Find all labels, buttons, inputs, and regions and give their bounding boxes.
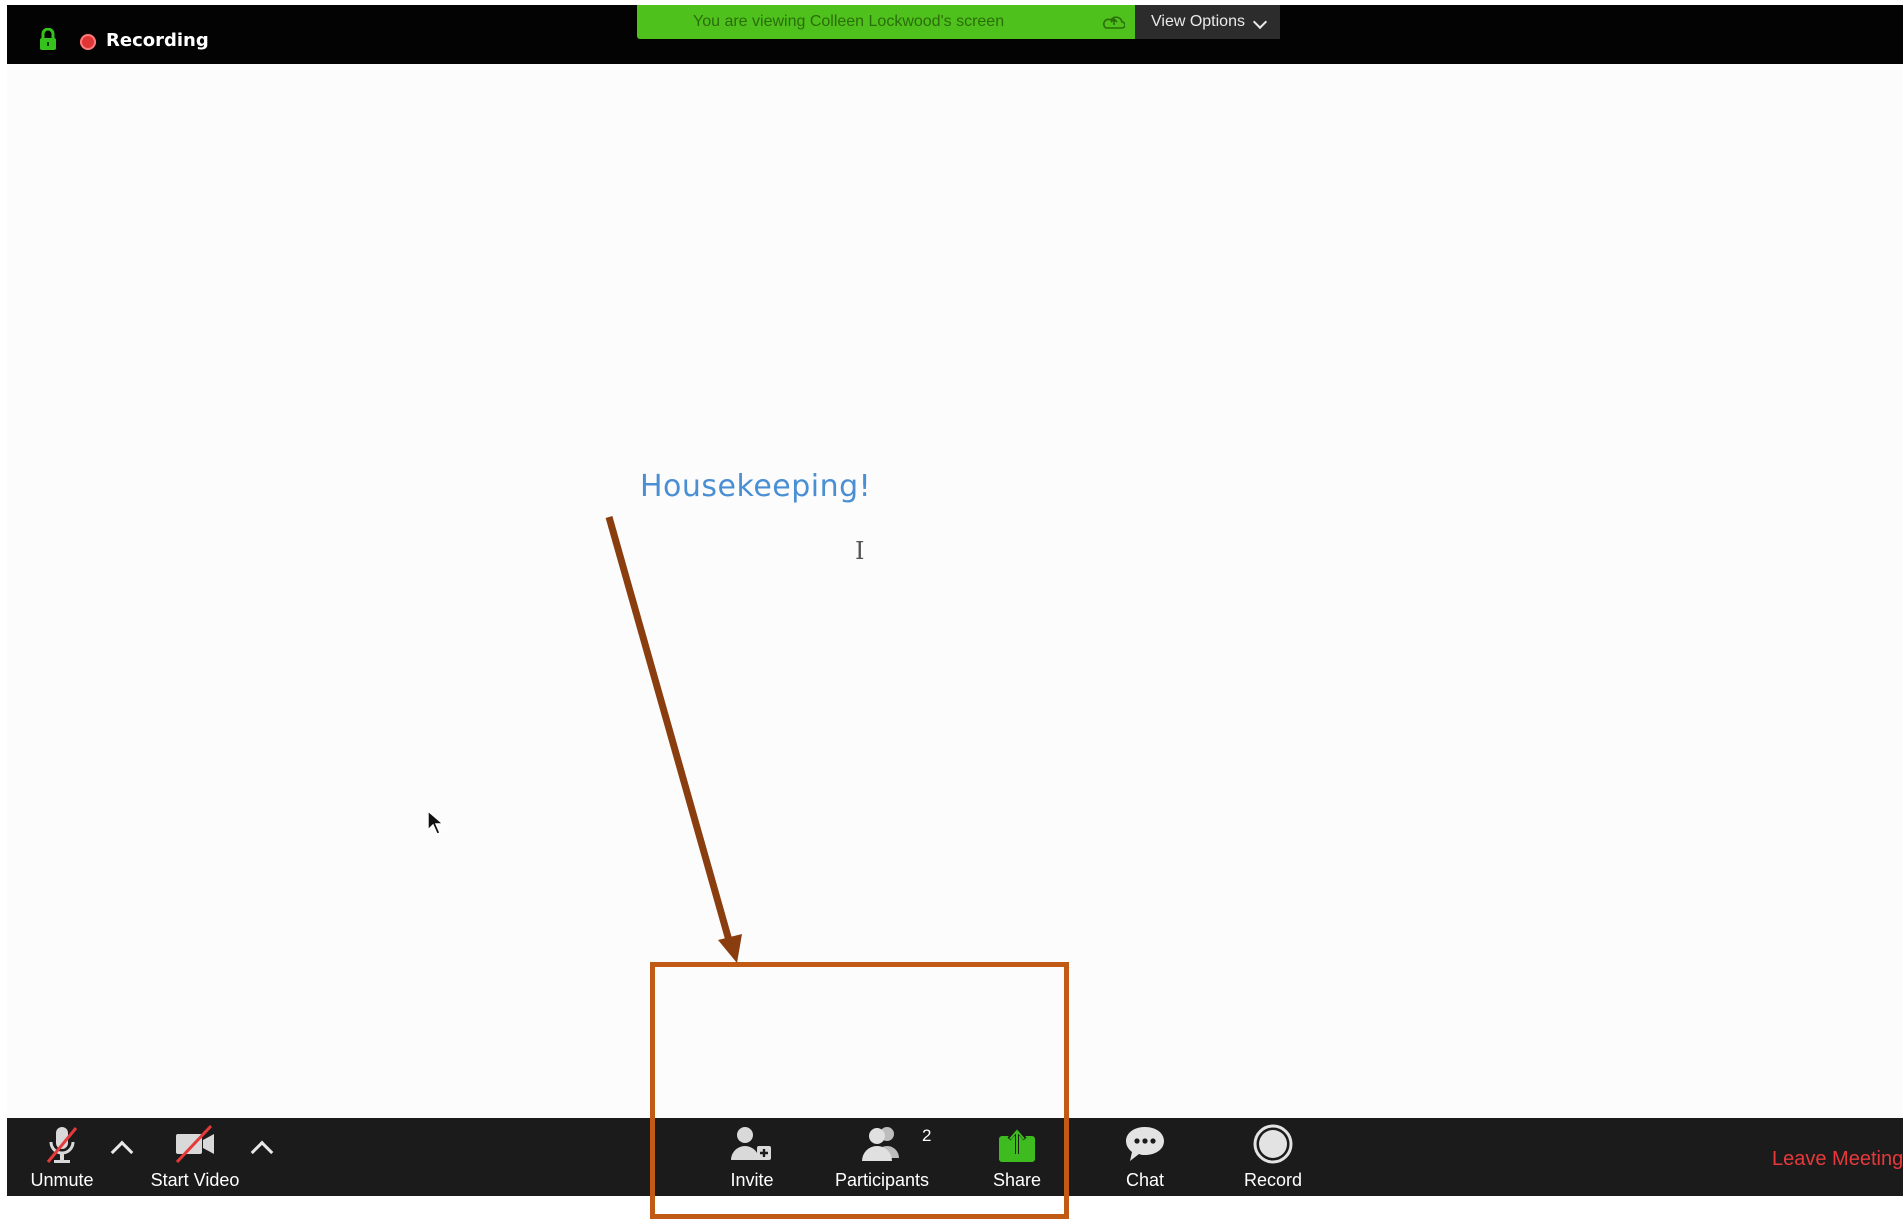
- recording-indicator-icon: [80, 34, 96, 50]
- screen-share-banner-text: You are viewing Colleen Lockwood's scree…: [693, 13, 1005, 30]
- slide-title: Housekeeping!: [640, 469, 872, 504]
- chat-bubble-icon: [1126, 1127, 1164, 1161]
- record-label: Record: [1243, 1170, 1303, 1190]
- shared-screen-area: [7, 64, 1903, 1118]
- start-video-button[interactable]: Start Video: [135, 1118, 255, 1196]
- unmute-button[interactable]: Unmute: [17, 1118, 107, 1196]
- microphone-muted-icon: [46, 1127, 78, 1163]
- leave-meeting-button[interactable]: Leave Meeting: [1772, 1148, 1903, 1171]
- unmute-label: Unmute: [30, 1170, 94, 1190]
- record-button[interactable]: Record: [1233, 1118, 1313, 1196]
- chat-label: Chat: [1125, 1170, 1165, 1190]
- chat-button[interactable]: Chat: [1110, 1118, 1180, 1196]
- view-options-label: View Options: [1151, 13, 1245, 30]
- chevron-down-icon: [1252, 14, 1268, 30]
- lock-icon[interactable]: [39, 28, 57, 50]
- text-cursor-icon: I: [855, 537, 865, 565]
- screen-share-banner: You are viewing Colleen Lockwood's scree…: [637, 5, 1135, 39]
- recording-label: Recording: [106, 30, 209, 51]
- share-screen-icon: [1103, 16, 1125, 29]
- video-camera-off-icon: [175, 1124, 214, 1164]
- highlight-box-annotation: [650, 962, 1069, 1219]
- view-options-button[interactable]: View Options: [1135, 5, 1280, 39]
- audio-options-caret-icon[interactable]: [110, 1140, 134, 1164]
- start-video-label: Start Video: [150, 1170, 240, 1190]
- record-icon: [1253, 1124, 1293, 1164]
- mouse-pointer-icon: [427, 810, 445, 835]
